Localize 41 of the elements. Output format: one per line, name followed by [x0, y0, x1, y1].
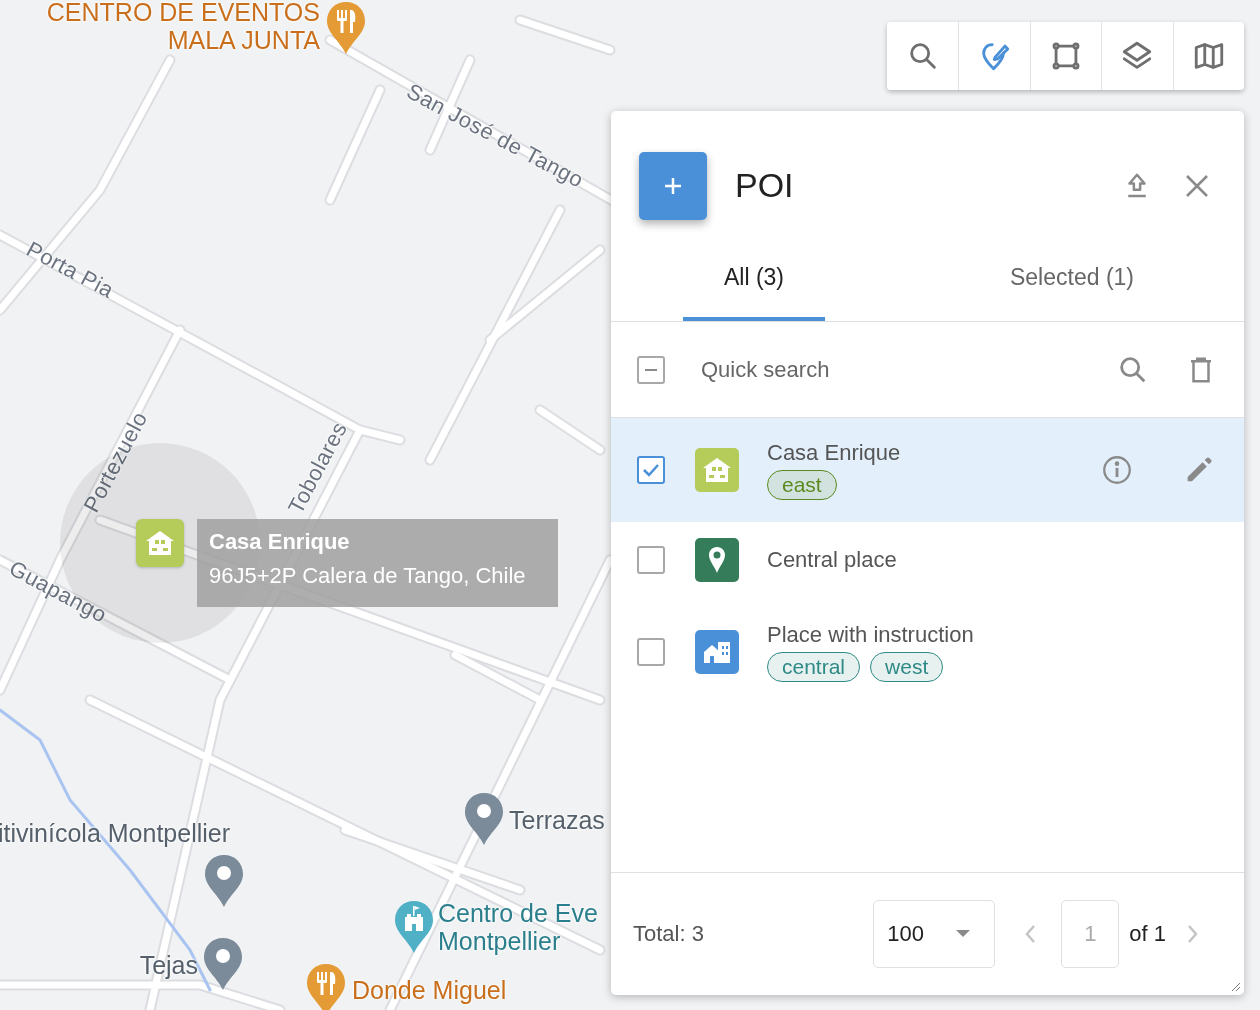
place-label[interactable]: Terrazas	[509, 806, 605, 834]
tag-chip: east	[767, 470, 837, 500]
row-checkbox[interactable]	[637, 545, 665, 574]
map-pin-icon[interactable]	[203, 853, 245, 909]
poi-name: Central place	[767, 546, 898, 573]
poi-row[interactable]: Casa Enrique east	[611, 418, 1244, 522]
map-pin-icon[interactable]	[463, 791, 505, 847]
tag-chip: central	[767, 652, 861, 682]
layers-tool-button[interactable]	[1101, 22, 1173, 90]
map-tool-button[interactable]	[1172, 22, 1244, 90]
map-pin-icon[interactable]	[202, 936, 244, 992]
resize-grip-icon[interactable]	[1229, 980, 1241, 992]
area-tool-button[interactable]	[1029, 22, 1102, 90]
restaurant-marker-icon[interactable]	[305, 962, 347, 1010]
house-marker-icon[interactable]	[136, 519, 184, 567]
tooltip-title: Casa Enrique	[209, 529, 351, 555]
row-checkbox[interactable]	[637, 638, 665, 666]
place-label[interactable]: Donde Miguel	[352, 976, 507, 1004]
panel-tab[interactable]: Selected (1)	[1010, 233, 1134, 321]
poi-row[interactable]: Central place	[611, 522, 1244, 597]
restaurant-marker-icon[interactable]	[325, 0, 367, 56]
total-count: Total: 3	[633, 921, 705, 947]
tag-chip: west	[870, 652, 944, 682]
search-tool-button[interactable]	[887, 22, 959, 90]
place-label[interactable]: CENTRO DE EVENTOS MALA JUNTA	[46, 0, 320, 54]
poi-name: Place with instruction	[767, 622, 975, 648]
landmark-marker-icon[interactable]	[393, 899, 435, 955]
place-label[interactable]: Centro de Eve Montpellier	[438, 899, 598, 955]
panel-tab[interactable]: All (3)	[683, 233, 825, 321]
quick-search-field[interactable]: Quick search	[699, 355, 1084, 384]
place-label[interactable]: Tejas	[139, 951, 198, 979]
poi-row[interactable]: Place with instruction central west	[611, 597, 1244, 707]
place-label[interactable]: itivinícola Montpellier	[0, 819, 231, 847]
page-count: of 1	[1129, 921, 1166, 947]
tooltip-address: 96J5+2P Calera de Tango, Chile	[209, 563, 527, 589]
poi-tool-button[interactable]	[958, 22, 1030, 90]
caret-icon[interactable]	[956, 930, 971, 938]
poi-name: Casa Enrique	[767, 440, 902, 466]
add-poi-button[interactable]	[639, 151, 707, 220]
page-size-select[interactable]: 100	[873, 900, 996, 968]
panel-title: POI	[735, 166, 795, 205]
